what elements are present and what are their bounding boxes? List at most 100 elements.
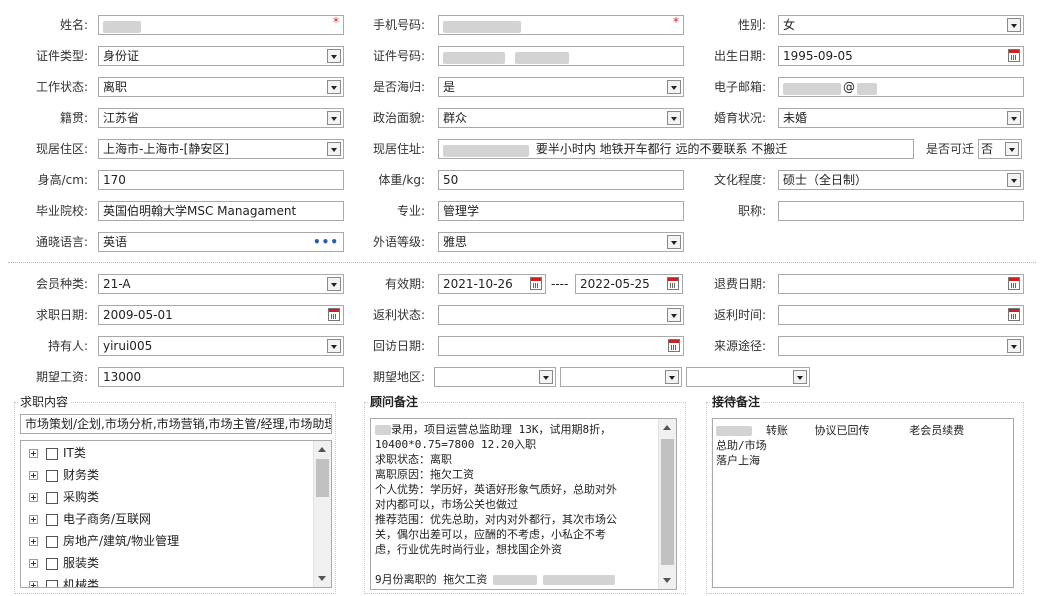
calendar-icon[interactable]: [667, 277, 679, 290]
expand-icon[interactable]: [29, 493, 38, 502]
valid-from-field[interactable]: 2021-10-26: [438, 274, 546, 294]
work-status-select[interactable]: 离职: [98, 77, 344, 97]
title-field[interactable]: [778, 201, 1024, 221]
expand-icon[interactable]: [29, 559, 38, 568]
valid-to-field[interactable]: 2022-05-25: [575, 274, 683, 294]
major-field[interactable]: 管理学: [438, 201, 684, 221]
rebate-status-select[interactable]: [438, 305, 684, 325]
visit-date-field[interactable]: [438, 336, 684, 356]
holder-select[interactable]: yirui005: [98, 336, 344, 356]
chevron-down-icon[interactable]: [667, 308, 681, 322]
calendar-icon[interactable]: [668, 339, 680, 352]
scrollbar[interactable]: [313, 441, 331, 587]
checkbox[interactable]: [46, 491, 58, 504]
apply-date-field[interactable]: 2009-05-01: [98, 305, 344, 325]
weight-field[interactable]: 50: [438, 170, 684, 190]
id-no-field[interactable]: [438, 46, 684, 66]
education-select[interactable]: 硕士（全日制）: [778, 170, 1024, 190]
region-district-select[interactable]: [686, 367, 810, 387]
refund-date-field[interactable]: [778, 274, 1024, 294]
chevron-down-icon[interactable]: [327, 339, 341, 353]
expand-icon[interactable]: [29, 471, 38, 480]
chevron-down-icon[interactable]: [327, 49, 341, 63]
scroll-thumb[interactable]: [316, 459, 329, 497]
calendar-icon[interactable]: [1008, 308, 1020, 321]
advisor-notes-textarea[interactable]: 录用，项目运营总监助理 13K，试用期8折， 10400*0.75=7800 1…: [370, 418, 677, 590]
chevron-down-icon[interactable]: [667, 235, 681, 249]
expand-icon[interactable]: [29, 449, 38, 458]
chevron-down-icon[interactable]: [327, 277, 341, 291]
gender-select[interactable]: 女: [778, 15, 1024, 35]
tree-item[interactable]: 财务类: [29, 465, 99, 485]
chevron-down-icon[interactable]: [327, 142, 341, 156]
chevron-down-icon[interactable]: [1007, 18, 1021, 32]
reception-notes-textarea[interactable]: 转账 协议已回传 老会员续费 总助/市场 落户上海: [712, 418, 1014, 588]
member-type-select[interactable]: 21-A: [98, 274, 344, 294]
tree-item[interactable]: 采购类: [29, 487, 99, 507]
checkbox[interactable]: [46, 513, 58, 526]
checkbox[interactable]: [46, 469, 58, 482]
scroll-up-icon[interactable]: [663, 425, 671, 430]
scroll-up-icon[interactable]: [318, 447, 326, 452]
salary-label: 期望工资:: [35, 370, 88, 384]
language-field[interactable]: 英语 •••: [98, 232, 344, 252]
calendar-icon[interactable]: [1008, 277, 1020, 290]
height-field[interactable]: 170: [98, 170, 344, 190]
chevron-down-icon[interactable]: [327, 111, 341, 125]
school-field[interactable]: 英国伯明翰大学MSC Managament: [98, 201, 344, 221]
calendar-icon[interactable]: [530, 277, 542, 290]
job-category-tree[interactable]: IT类 财务类 采购类 电子商务/互联网 房地产/建筑/物业管理 服装类 机械类: [20, 440, 332, 588]
rebate-time-label: 返利时间:: [713, 308, 766, 322]
chevron-down-icon[interactable]: [667, 80, 681, 94]
native-select[interactable]: 江苏省: [98, 108, 344, 128]
scroll-down-icon[interactable]: [318, 576, 326, 581]
chevron-down-icon[interactable]: [667, 111, 681, 125]
tree-item[interactable]: IT类: [29, 443, 86, 463]
more-icon[interactable]: •••: [313, 233, 339, 251]
chevron-down-icon[interactable]: [1007, 339, 1021, 353]
relocate-select[interactable]: 否: [978, 139, 1022, 159]
address-field[interactable]: 要半小时内 地铁开车都行 远的不要联系 不搬迁: [438, 139, 914, 159]
marital-select[interactable]: 未婚: [778, 108, 1024, 128]
scroll-thumb[interactable]: [661, 439, 674, 565]
residence-area-select[interactable]: 上海市-上海市-[静安区]: [98, 139, 344, 159]
phone-field[interactable]: *: [438, 15, 684, 35]
region-city-select[interactable]: [560, 367, 682, 387]
chevron-down-icon[interactable]: [1005, 142, 1019, 156]
checkbox[interactable]: [46, 579, 58, 587]
returnee-select[interactable]: 是: [438, 77, 684, 97]
politics-select[interactable]: 群众: [438, 108, 684, 128]
id-type-select[interactable]: 身份证: [98, 46, 344, 66]
calendar-icon[interactable]: [1008, 49, 1020, 62]
name-field[interactable]: *: [98, 15, 344, 35]
chevron-down-icon[interactable]: [327, 80, 341, 94]
masked-text: [375, 425, 391, 435]
expand-icon[interactable]: [29, 515, 38, 524]
email-field[interactable]: @: [778, 77, 1024, 97]
tree-item[interactable]: 服装类: [29, 553, 99, 573]
expand-icon[interactable]: [29, 537, 38, 546]
chevron-down-icon[interactable]: [539, 370, 553, 384]
scroll-down-icon[interactable]: [663, 578, 671, 583]
expand-icon[interactable]: [29, 581, 38, 587]
lang-level-select[interactable]: 雅思: [438, 232, 684, 252]
chevron-down-icon[interactable]: [1007, 173, 1021, 187]
birth-date-field[interactable]: 1995-09-05: [778, 46, 1024, 66]
tree-item[interactable]: 机械类: [29, 575, 99, 587]
chevron-down-icon[interactable]: [1007, 111, 1021, 125]
tree-item[interactable]: 电子商务/互联网: [29, 509, 151, 529]
chevron-down-icon[interactable]: [793, 370, 807, 384]
rebate-time-field[interactable]: [778, 305, 1024, 325]
scrollbar[interactable]: [658, 419, 676, 589]
chevron-down-icon[interactable]: [665, 370, 679, 384]
tree-item[interactable]: 房地产/建筑/物业管理: [29, 531, 179, 551]
checkbox[interactable]: [46, 557, 58, 570]
salary-field[interactable]: 13000: [98, 367, 344, 387]
job-selected-field[interactable]: 市场策划/企划,市场分析,市场营销,市场主管/经理,市场助理: [20, 414, 332, 434]
checkbox[interactable]: [46, 535, 58, 548]
source-select[interactable]: [778, 336, 1024, 356]
note-line: 关，偶尔出差可以，应酬的不考虑，小私企不考: [375, 528, 606, 541]
calendar-icon[interactable]: [328, 308, 340, 321]
region-province-select[interactable]: [434, 367, 556, 387]
checkbox[interactable]: [46, 447, 58, 460]
